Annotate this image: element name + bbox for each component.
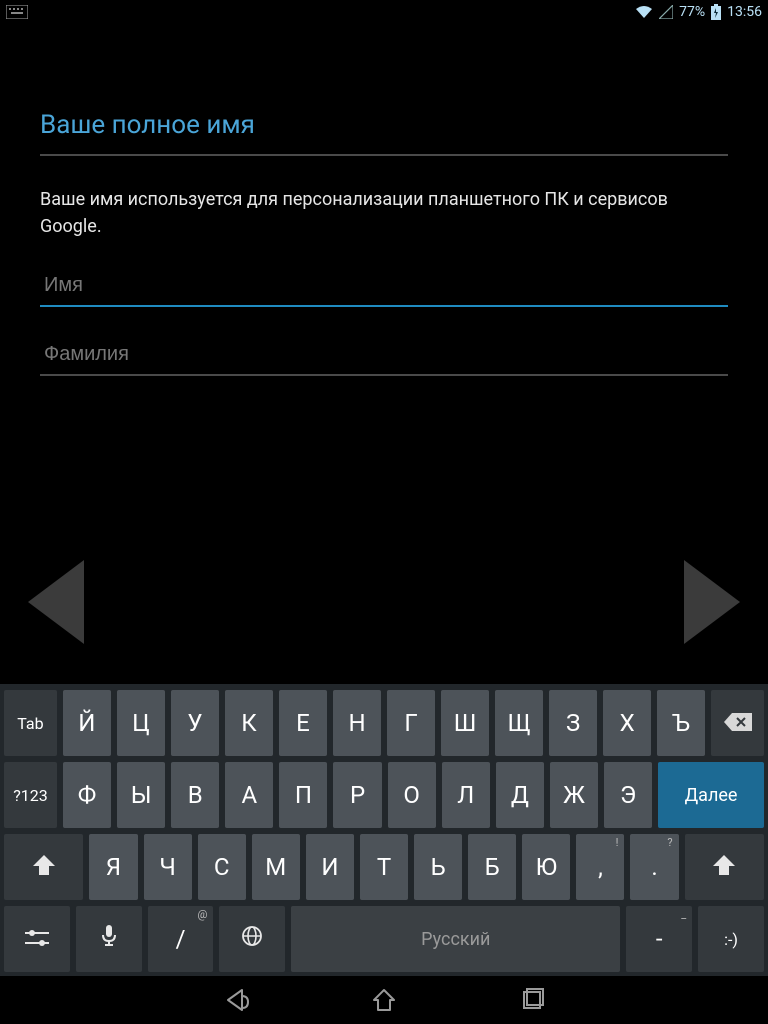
- key-letter[interactable]: Ь: [414, 834, 462, 900]
- key-letter[interactable]: Х: [603, 690, 651, 756]
- key-letter[interactable]: А: [225, 762, 273, 828]
- next-arrow-button[interactable]: [684, 560, 740, 644]
- key-letter[interactable]: Ч: [144, 834, 192, 900]
- first-name-input[interactable]: [40, 266, 728, 307]
- key-slash[interactable]: @/: [148, 906, 214, 972]
- key-letter[interactable]: П: [279, 762, 327, 828]
- battery-text: 77%: [679, 4, 705, 20]
- wifi-icon: [635, 5, 653, 19]
- key-letter[interactable]: И: [306, 834, 354, 900]
- key-letter[interactable]: Е: [279, 690, 327, 756]
- key-shift-right[interactable]: [685, 834, 764, 900]
- key-letter[interactable]: Л: [442, 762, 490, 828]
- mic-icon: [101, 925, 117, 953]
- status-bar: 77% 13:56: [0, 0, 768, 24]
- key-letter[interactable]: Ш: [441, 690, 489, 756]
- key-letter[interactable]: Й: [63, 690, 111, 756]
- key-letter[interactable]: Ы: [117, 762, 165, 828]
- key-main: -: [656, 925, 663, 953]
- key-settings[interactable]: [4, 906, 70, 972]
- globe-icon: [241, 925, 263, 953]
- key-sub: @: [198, 908, 208, 921]
- key-shift-left[interactable]: [4, 834, 83, 900]
- key-period[interactable]: ?.: [630, 834, 678, 900]
- key-comma[interactable]: !,: [576, 834, 624, 900]
- nav-back-button[interactable]: [222, 986, 250, 1014]
- key-letter[interactable]: Б: [468, 834, 516, 900]
- key-letter[interactable]: Ц: [117, 690, 165, 756]
- nav-arrows: [0, 560, 768, 644]
- key-letter[interactable]: Я: [89, 834, 137, 900]
- key-backspace[interactable]: [711, 690, 764, 756]
- key-letter[interactable]: Э: [604, 762, 652, 828]
- key-symbols[interactable]: ?123: [4, 762, 57, 828]
- key-letter[interactable]: Т: [360, 834, 408, 900]
- key-letter[interactable]: Ф: [63, 762, 111, 828]
- key-letter[interactable]: У: [171, 690, 219, 756]
- key-letter[interactable]: К: [225, 690, 273, 756]
- setup-form: Ваше полное имя Ваше имя используется дл…: [0, 24, 768, 404]
- key-sub: ?: [667, 836, 672, 849]
- key-letter[interactable]: Ъ: [657, 690, 705, 756]
- back-arrow-button[interactable]: [28, 560, 84, 644]
- backspace-icon: [724, 709, 752, 737]
- key-enter[interactable]: Далее: [658, 762, 764, 828]
- cell-signal-icon: [659, 5, 673, 19]
- key-voice[interactable]: [76, 906, 142, 972]
- key-letter[interactable]: Д: [496, 762, 544, 828]
- clock-text: 13:56: [727, 4, 762, 20]
- key-dash[interactable]: _-: [626, 906, 692, 972]
- key-sub: !: [616, 836, 619, 849]
- sliders-icon: [25, 925, 49, 953]
- key-letter[interactable]: Ж: [550, 762, 598, 828]
- key-emoticon[interactable]: :-): [698, 906, 764, 972]
- key-letter[interactable]: М: [252, 834, 300, 900]
- key-letter[interactable]: В: [171, 762, 219, 828]
- nav-recents-button[interactable]: [518, 986, 546, 1014]
- key-letter[interactable]: Щ: [495, 690, 543, 756]
- nav-home-button[interactable]: [370, 986, 398, 1014]
- battery-charging-icon: [711, 4, 721, 20]
- key-letter[interactable]: Ю: [522, 834, 570, 900]
- page-title: Ваше полное имя: [40, 110, 728, 140]
- key-language[interactable]: [219, 906, 285, 972]
- shift-icon: [33, 853, 55, 881]
- key-letter[interactable]: Н: [333, 690, 381, 756]
- page-description: Ваше имя используется для персонализации…: [40, 186, 728, 240]
- title-divider: [40, 154, 728, 156]
- soft-keyboard: Tab Й Ц У К Е Н Г Ш Щ З Х Ъ ?123 Ф Ы В А…: [0, 684, 768, 976]
- keyboard-indicator-icon: [6, 5, 28, 19]
- key-letter[interactable]: Г: [387, 690, 435, 756]
- system-nav-bar: [0, 976, 768, 1024]
- key-main: .: [651, 853, 657, 881]
- key-main: ,: [598, 853, 603, 881]
- key-letter[interactable]: З: [549, 690, 597, 756]
- key-space[interactable]: Русский: [291, 906, 620, 972]
- last-name-input[interactable]: [40, 335, 728, 376]
- shift-icon: [713, 853, 735, 881]
- key-sub: _: [681, 908, 686, 921]
- key-letter[interactable]: С: [198, 834, 246, 900]
- key-tab[interactable]: Tab: [4, 690, 57, 756]
- key-letter[interactable]: О: [388, 762, 436, 828]
- key-letter[interactable]: Р: [333, 762, 381, 828]
- key-main: /: [176, 925, 186, 953]
